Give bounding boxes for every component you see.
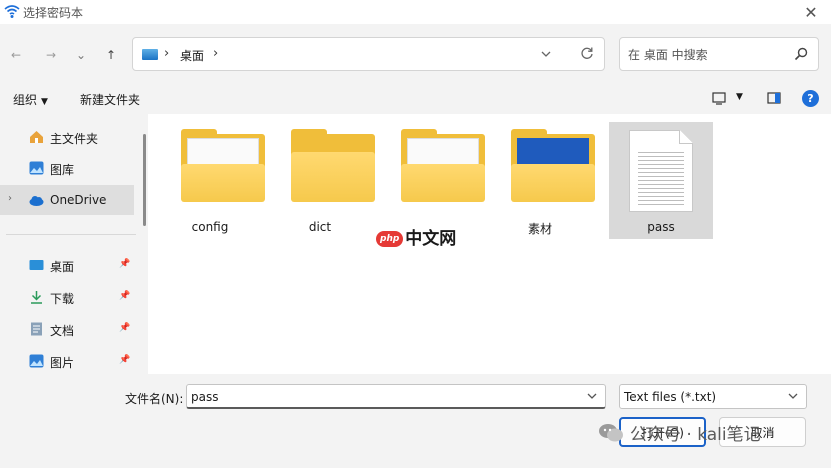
file-name: dict [308,220,332,234]
navigation-pane: 主文件夹 图库 › OneDrive 桌面 📌 下载 📌 文档 📌 图片 📌 [0,114,148,374]
desktop-location-icon [142,49,158,60]
filename-field[interactable] [186,384,606,409]
file-list: config dict 素材 pass [148,114,831,374]
window-title: 选择密码本 [23,6,84,20]
file-name: config [191,220,229,234]
help-icon[interactable]: ? [802,90,819,107]
sidebar-item-pictures[interactable]: 图片 📌 [0,346,134,376]
cloud-icon [29,196,44,206]
chevron-right-icon[interactable]: › [8,193,12,204]
desktop-icon [29,260,44,270]
wifi-icon [4,5,20,18]
sidebar-item-label: 桌面 [50,260,75,274]
back-icon[interactable]: ← [5,44,27,66]
text-file-icon [629,130,693,212]
navigation-bar: ← → ⌄ ↑ › 桌面 › [0,24,831,84]
dialog-footer: 文件名(N): Text files (*.txt) 打开(O) 取消 公众号 … [0,374,831,468]
wechat-watermark-text: 公众号 · kali笔记 [630,425,761,445]
picture-icon [29,354,44,368]
site-watermark-text: 中文网 [405,229,457,249]
folder-item-unnamed[interactable] [378,122,485,239]
new-folder-button[interactable]: 新建文件夹 [80,91,140,108]
chevron-down-icon[interactable] [539,47,553,61]
search-box[interactable] [619,37,819,71]
search-input[interactable] [628,46,788,64]
caret-down-icon[interactable]: ▼ [736,92,743,102]
command-toolbar: 组织 ▼ 新建文件夹 ▼ ? [0,84,831,114]
chevron-right-icon[interactable]: › [213,46,218,61]
preview-pane-icon[interactable] [767,91,781,105]
title-bar: 选择密码本 ✕ [0,0,831,24]
chevron-down-icon[interactable] [585,389,599,403]
site-logo: php [376,231,404,247]
organize-label: 组织 [13,93,38,107]
sidebar-item-label: 图片 [50,356,75,370]
download-icon [31,291,42,304]
wechat-icon [599,423,623,441]
folder-item-dict[interactable]: dict [268,122,375,239]
view-options-icon[interactable] [712,91,726,105]
filetype-value: Text files (*.txt) [624,390,717,404]
sidebar-scrollbar[interactable] [143,134,146,226]
home-icon [30,131,43,143]
caret-down-icon: ▼ [41,97,48,107]
pin-icon[interactable]: 📌 [119,355,130,365]
wechat-watermark: 公众号 · kali笔记 [598,420,761,445]
filename-label: 文件名(N): [125,392,184,406]
folder-item-config[interactable]: config [158,122,265,239]
search-icon[interactable] [794,47,808,61]
sidebar-item-label: 图库 [50,163,75,177]
document-icon [31,322,42,336]
sidebar-item-onedrive[interactable]: › OneDrive [0,185,134,215]
sidebar-item-gallery[interactable]: 图库 [0,153,134,183]
sidebar-item-documents[interactable]: 文档 📌 [0,314,134,344]
sidebar-item-home[interactable]: 主文件夹 [0,122,134,152]
address-bar[interactable]: › 桌面 › [132,37,605,71]
chevron-right-icon[interactable]: › [164,46,169,61]
filename-input[interactable] [191,388,571,405]
breadcrumb-desktop[interactable]: 桌面 [180,47,204,64]
organize-button[interactable]: 组织 ▼ [13,91,48,108]
sidebar-divider [6,234,136,235]
file-name: pass [647,220,675,234]
sidebar-item-label: 下载 [50,292,75,306]
forward-icon[interactable]: → [40,44,62,66]
file-item-pass[interactable]: pass [609,122,713,239]
gallery-icon [29,161,44,175]
close-icon[interactable]: ✕ [797,0,825,24]
site-watermark: php 中文网 [376,224,456,249]
file-name: 素材 [527,222,552,236]
sidebar-item-label: 主文件夹 [50,132,99,146]
recent-locations-icon[interactable]: ⌄ [70,44,92,66]
pin-icon[interactable]: 📌 [119,323,130,333]
refresh-icon[interactable] [579,45,595,61]
pin-icon[interactable]: 📌 [119,259,130,269]
up-icon[interactable]: ↑ [100,44,122,66]
sidebar-item-desktop[interactable]: 桌面 📌 [0,250,134,280]
sidebar-item-label: 文档 [50,324,75,338]
sidebar-item-label: OneDrive [50,193,107,207]
chevron-down-icon[interactable] [786,389,800,403]
pin-icon[interactable]: 📌 [119,291,130,301]
sidebar-item-downloads[interactable]: 下载 📌 [0,282,134,312]
filetype-select[interactable]: Text files (*.txt) [619,384,807,409]
folder-item-materials[interactable]: 素材 [488,122,595,239]
